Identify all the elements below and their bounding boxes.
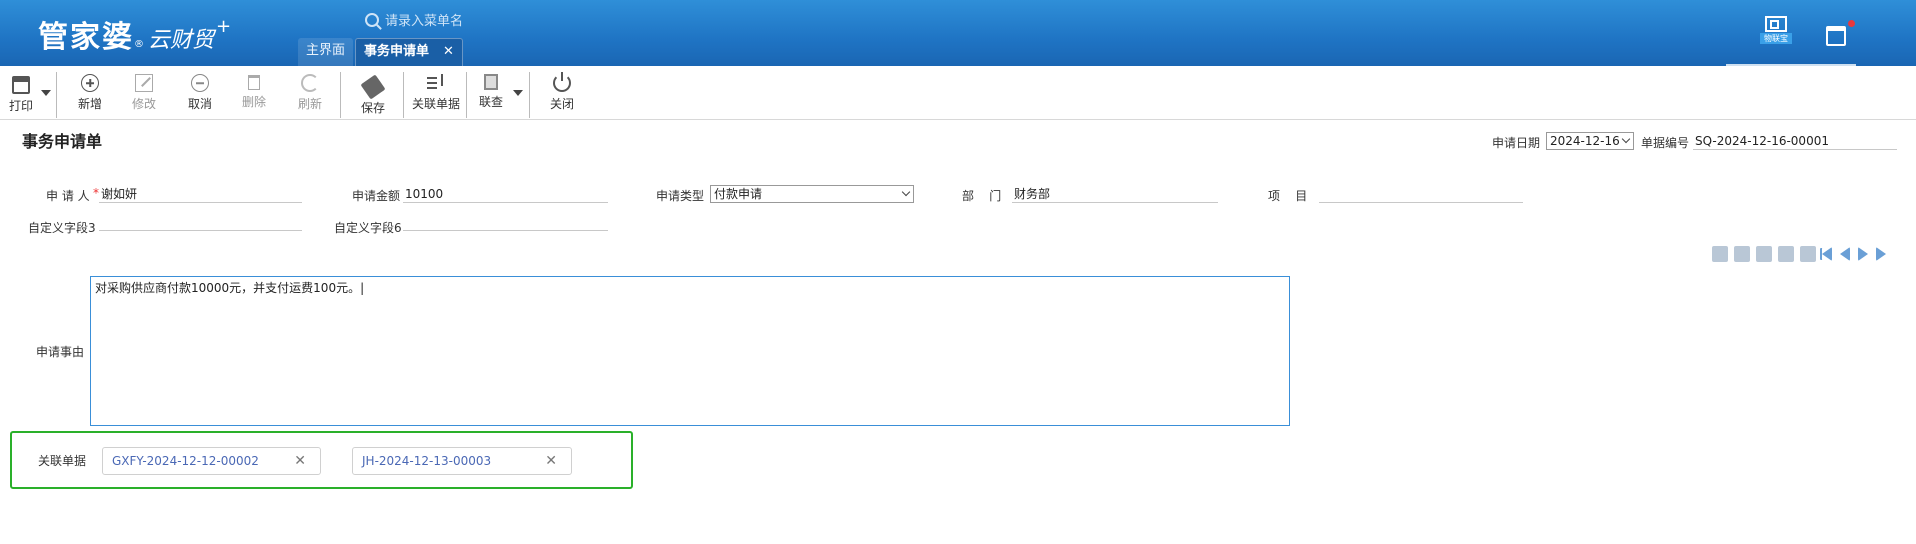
search-icon [365,12,379,27]
toolbar-separator [340,72,341,118]
user-icon[interactable] [1756,246,1772,262]
project-label: 项 目 [1268,189,1308,203]
toolbar-separator [56,72,57,118]
toolbar: 打印 新增 修改 取消 删除 刷新 保存 关联单据 联查 关闭 [0,66,1916,120]
amount-field[interactable]: 10100 [403,185,608,203]
reason-label: 申请事由 [36,345,85,359]
type-label: 申请类型 [656,189,705,203]
custom6-field[interactable] [403,213,608,231]
docno-field[interactable]: SQ-2024-12-16-00001 [1693,132,1897,150]
linked-documents-panel: 关联单据 GXFY-2024-12-12-00002 ✕ JH-2024-12-… [10,431,633,489]
plus-circle-icon [81,74,99,92]
save-brush-icon [360,74,386,100]
linked-label: 关联单据 [38,454,87,468]
reason-textarea[interactable]: 对采购供应商付款10000元，并支付运费100元。| [90,276,1290,426]
toolbar-separator [529,72,530,118]
tab-bar: 主界面 事务申请单 ✕ [298,38,465,66]
view-icon[interactable] [1734,246,1750,262]
print-button[interactable]: 打印 [8,72,34,114]
cancel-button[interactable]: 取消 [186,72,214,112]
chevron-down-icon [1621,134,1631,144]
amount-label: 申请金额 [352,189,401,203]
app-header: 管家婆 ® 云财贸 + 请录入菜单名 主界面 事务申请单 ✕ 物联宝 [0,0,1916,66]
app-logo: 管家婆 ® 云财贸 + [38,16,232,55]
page-title: 事务申请单 [22,132,103,151]
dept-field[interactable]: 财务部 [1012,185,1218,203]
chevron-down-icon [901,187,911,197]
save-button[interactable]: 保存 [359,72,387,116]
linked-doc-chip[interactable]: JH-2024-12-13-00003 ✕ [352,447,572,475]
close-tab-icon[interactable]: ✕ [443,44,454,59]
date-picker[interactable]: 2024-12-16 [1546,132,1634,150]
edit-icon [135,74,153,92]
search-placeholder[interactable]: 请录入菜单名 [385,10,463,29]
refresh-button[interactable]: 刷新 [296,72,324,112]
print-dropdown-caret[interactable] [41,90,51,96]
custom3-label: 自定义字段3 [28,221,96,235]
link-list-icon [427,74,445,92]
qr-icon [1765,16,1787,32]
next-record-icon[interactable] [1858,247,1868,261]
prev-record-icon[interactable] [1840,247,1850,261]
query-dropdown-caret[interactable] [513,90,523,96]
minus-circle-icon [191,74,209,92]
project-field[interactable] [1319,185,1523,203]
printer-icon [12,76,30,94]
first-record-icon[interactable] [1822,247,1832,261]
last-record-icon[interactable] [1876,247,1886,261]
query-icon [484,74,498,90]
grid-icon[interactable] [1712,246,1728,262]
calendar-icon[interactable] [1826,26,1846,46]
date-label: 申请日期 [1492,136,1541,150]
remove-icon[interactable]: ✕ [294,448,306,474]
tab-home[interactable]: 主界面 [298,38,354,66]
toolbar-separator [403,72,404,118]
linked-doc-chip[interactable]: GXFY-2024-12-12-00002 ✕ [102,447,321,475]
tab-affair-application[interactable]: 事务申请单 ✕ [355,38,463,66]
applicant-field[interactable]: 谢如妍 [99,185,302,203]
custom3-field[interactable] [99,213,302,231]
custom6-label: 自定义字段6 [334,221,402,235]
close-button[interactable]: 关闭 [548,72,576,112]
trash-icon [248,75,260,90]
type-select[interactable]: 付款申请 [710,185,914,203]
link-document-button[interactable]: 关联单据 [410,72,462,112]
menu-search[interactable]: 请录入菜单名 [365,10,463,29]
wuliantong-button[interactable]: 物联宝 [1760,16,1792,48]
query-button[interactable]: 联查 [478,72,504,110]
dept-label: 部 门 [962,189,1002,203]
delete-button[interactable]: 删除 [240,72,268,110]
calculator-icon[interactable] [1778,246,1794,262]
record-nav-toolbar [1712,246,1894,262]
notification-dot [1848,20,1855,27]
applicant-label: 申 请 人 [46,189,90,203]
refresh-icon [301,74,319,92]
edit-button[interactable]: 修改 [130,72,158,112]
add-button[interactable]: 新增 [76,72,104,112]
toolbar-separator [466,72,467,118]
power-icon [553,72,571,92]
remove-icon[interactable]: ✕ [545,448,557,474]
docno-label: 单据编号 [1641,136,1690,150]
attachment-icon[interactable] [1800,246,1816,262]
